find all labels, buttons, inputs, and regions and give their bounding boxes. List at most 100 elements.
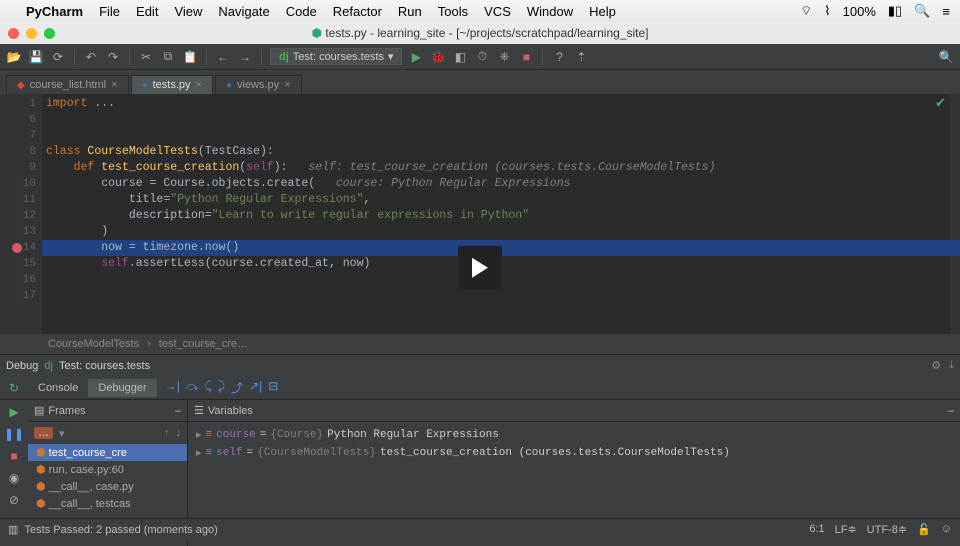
menu-refactor[interactable]: Refactor bbox=[333, 4, 382, 19]
tab-tests[interactable]: ●tests.py× bbox=[131, 75, 213, 94]
battery-icon[interactable]: ▮▯ bbox=[888, 3, 902, 19]
save-icon[interactable]: 💾 bbox=[28, 49, 44, 65]
tab-course-list[interactable]: ◆course_list.html× bbox=[6, 75, 129, 94]
frames-list[interactable]: ⬢ test_course_cre⬢ run, case.py:60⬢ __ca… bbox=[28, 444, 187, 512]
wifi-icon[interactable]: ⌇ bbox=[824, 3, 830, 19]
pause-icon[interactable]: ❚❚ bbox=[6, 426, 22, 442]
undo-icon[interactable]: ↶ bbox=[83, 49, 99, 65]
lock-icon[interactable]: 🔓 bbox=[917, 523, 931, 536]
thread-selector[interactable]: … bbox=[34, 427, 53, 439]
menu-help[interactable]: Help bbox=[589, 4, 616, 19]
variable-row[interactable]: ▸ ≡ self = {CourseModelTests} test_cours… bbox=[196, 444, 952, 462]
window-titlebar: ⬢ tests.py - learning_site - [~/projects… bbox=[0, 22, 960, 44]
next-frame-icon[interactable]: ↓ bbox=[176, 427, 182, 439]
sync-icon[interactable]: ⟳ bbox=[50, 49, 66, 65]
concurrency-icon[interactable]: ⎈ bbox=[496, 49, 512, 65]
settings-icon[interactable]: ⚙ bbox=[931, 359, 941, 372]
close-icon[interactable]: × bbox=[111, 79, 117, 91]
editor[interactable]: 167891011121314151617 ✔ import ...class … bbox=[0, 94, 960, 334]
back-icon[interactable]: ← bbox=[215, 49, 231, 65]
forward-icon[interactable]: → bbox=[237, 49, 253, 65]
breadcrumb[interactable]: CourseModelTests›test_course_cre… bbox=[0, 334, 960, 354]
macos-menubar: PyCharm File Edit View Navigate Code Ref… bbox=[0, 0, 960, 22]
rerun-icon[interactable]: ↻ bbox=[0, 381, 28, 395]
inspection-ok-icon: ✔ bbox=[935, 96, 946, 112]
variables-list[interactable]: ▸ ≡ course = {Course} Python Regular Exp… bbox=[188, 422, 960, 466]
line-sep[interactable]: LF≑ bbox=[835, 523, 857, 536]
cut-icon[interactable]: ✂ bbox=[138, 49, 154, 65]
gutter[interactable]: 167891011121314151617 bbox=[0, 94, 42, 334]
stop-icon[interactable]: ■ bbox=[6, 448, 22, 464]
profile-icon[interactable]: ⏱ bbox=[474, 49, 490, 65]
run-config-selector[interactable]: djTest: courses.tests▾ bbox=[270, 48, 402, 65]
close-icon[interactable]: × bbox=[196, 79, 202, 91]
statusbar: ▥ Tests Passed: 2 passed (moments ago) 6… bbox=[0, 518, 960, 540]
battery[interactable]: 100% bbox=[843, 4, 876, 19]
vars-icon: ☰ bbox=[194, 404, 204, 417]
prev-frame-icon[interactable]: ↑ bbox=[164, 427, 170, 439]
copy-icon[interactable]: ⧉ bbox=[160, 49, 176, 65]
scrollbar[interactable] bbox=[950, 94, 960, 334]
toolwindows-icon[interactable]: ▥ bbox=[8, 523, 18, 536]
show-exec-icon[interactable]: →| bbox=[165, 379, 180, 396]
minimize-icon[interactable]: – bbox=[948, 405, 954, 417]
menu-edit[interactable]: Edit bbox=[136, 4, 158, 19]
encoding[interactable]: UTF-8≑ bbox=[867, 523, 907, 536]
frame-item[interactable]: ⬢ test_course_cre bbox=[28, 444, 187, 461]
code-area[interactable]: ✔ import ...class CourseModelTests(TestC… bbox=[42, 94, 960, 334]
airdrop-icon[interactable]: ⌔ bbox=[800, 3, 812, 19]
step-over-icon[interactable]: ⤼ bbox=[186, 379, 199, 396]
open-icon[interactable]: 📂 bbox=[6, 49, 22, 65]
evaluate-icon[interactable]: ⊟ bbox=[268, 379, 278, 396]
video-play-overlay[interactable] bbox=[458, 246, 502, 290]
resume-icon[interactable]: ▶ bbox=[6, 404, 22, 420]
tab-console[interactable]: Console bbox=[28, 379, 88, 397]
debug-config: Test: courses.tests bbox=[59, 360, 150, 372]
mute-breakpoints-icon[interactable]: ⊘ bbox=[6, 492, 22, 508]
tab-debugger[interactable]: Debugger bbox=[88, 379, 156, 397]
menu-window[interactable]: Window bbox=[527, 4, 573, 19]
step-out-icon[interactable]: ⤴ bbox=[231, 379, 243, 396]
menu-navigate[interactable]: Navigate bbox=[218, 4, 269, 19]
debug-toolwindow-header: Debug dj Test: courses.tests ⚙ ⤓ bbox=[0, 354, 960, 376]
help-icon[interactable]: ? bbox=[551, 49, 567, 65]
search-icon[interactable]: 🔍 bbox=[938, 49, 954, 65]
menu-vcs[interactable]: VCS bbox=[484, 4, 511, 19]
menu-run[interactable]: Run bbox=[398, 4, 422, 19]
menu-icon[interactable]: ≡ bbox=[942, 4, 950, 19]
menu-file[interactable]: File bbox=[99, 4, 120, 19]
variable-row[interactable]: ▸ ≡ course = {Course} Python Regular Exp… bbox=[196, 426, 952, 444]
minimize-icon[interactable]: – bbox=[175, 405, 181, 417]
debug-label: Debug bbox=[6, 360, 38, 372]
force-step-into-icon[interactable]: ⤸ bbox=[218, 379, 225, 396]
close-icon[interactable]: × bbox=[284, 79, 290, 91]
paste-icon[interactable]: 📋 bbox=[182, 49, 198, 65]
main-toolbar: 📂 💾 ⟳ ↶ ↷ ✂ ⧉ 📋 ← → djTest: courses.test… bbox=[0, 44, 960, 70]
spotlight-icon[interactable]: 🔍 bbox=[914, 3, 930, 19]
view-breakpoints-icon[interactable]: ◉ bbox=[6, 470, 22, 486]
debug-tabs: ↻ Console Debugger →| ⤼ ⤹ ⤸ ⤴ ↗| ⊟ bbox=[0, 376, 960, 400]
coverage-icon[interactable]: ◧ bbox=[452, 49, 468, 65]
frame-item[interactable]: ⬢ run, case.py:60 bbox=[28, 461, 187, 478]
traffic-lights[interactable] bbox=[0, 28, 55, 39]
menu-code[interactable]: Code bbox=[286, 4, 317, 19]
hector-icon[interactable]: ☺ bbox=[941, 523, 952, 536]
step-into-icon[interactable]: ⤹ bbox=[205, 379, 212, 396]
menu-tools[interactable]: Tools bbox=[438, 4, 468, 19]
debug-icon[interactable]: 🐞 bbox=[430, 49, 446, 65]
editor-tabs: ◆course_list.html× ●tests.py× ●views.py× bbox=[0, 70, 960, 94]
app-name[interactable]: PyCharm bbox=[26, 4, 83, 19]
status-message: Tests Passed: 2 passed (moments ago) bbox=[25, 524, 218, 536]
redo-icon[interactable]: ↷ bbox=[105, 49, 121, 65]
frame-item[interactable]: ⬢ __call__, testcas bbox=[28, 495, 187, 512]
tab-views[interactable]: ●views.py× bbox=[215, 75, 302, 94]
stop-icon[interactable]: ■ bbox=[518, 49, 534, 65]
run-icon[interactable]: ▶ bbox=[408, 49, 424, 65]
caret-position[interactable]: 6:1 bbox=[809, 523, 824, 536]
menu-view[interactable]: View bbox=[174, 4, 202, 19]
window-title: ⬢ tests.py - learning_site - [~/projects… bbox=[0, 26, 960, 40]
run-to-cursor-icon[interactable]: ↗| bbox=[249, 379, 262, 396]
hide-icon[interactable]: ⤓ bbox=[949, 359, 954, 372]
deploy-icon[interactable]: ⇡ bbox=[573, 49, 589, 65]
frame-item[interactable]: ⬢ __call__, case.py bbox=[28, 478, 187, 495]
